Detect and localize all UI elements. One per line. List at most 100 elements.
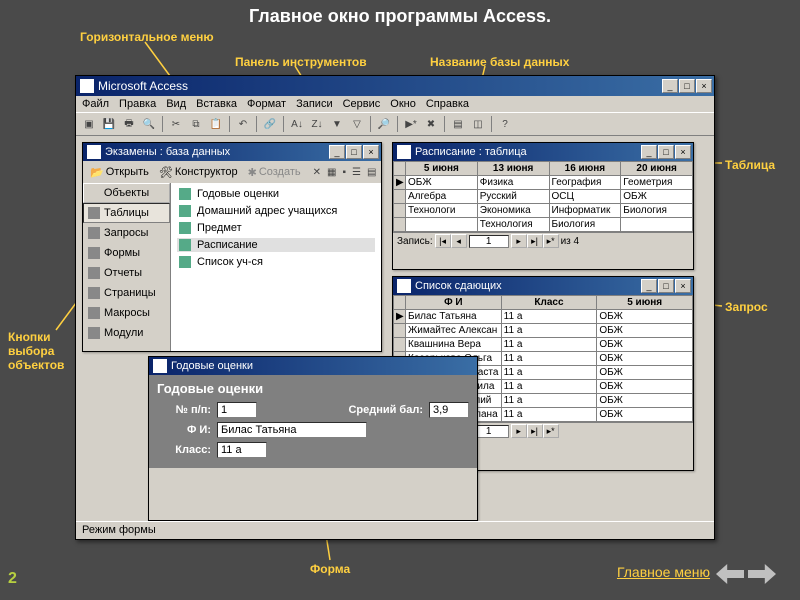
col-header[interactable]: 5 июня xyxy=(406,162,478,176)
db-details-icon[interactable]: ▤ xyxy=(366,163,377,181)
tool-paste-icon[interactable]: 📋 xyxy=(207,115,225,133)
menu-bar[interactable]: Файл Правка Вид Вставка Формат Записи Се… xyxy=(76,96,714,112)
cell[interactable]: Жимайтес Алексан xyxy=(406,324,502,338)
list-item[interactable]: Годовые оценки xyxy=(177,187,375,201)
cell[interactable]: ОБЖ xyxy=(597,394,693,408)
nav-prev-icon[interactable]: ◂ xyxy=(451,234,467,248)
obj-macros[interactable]: Макросы xyxy=(83,303,170,323)
form-window[interactable]: Годовые оценки Годовые оценки № п/п: Сре… xyxy=(148,356,478,521)
cell[interactable]: Квашнина Вера xyxy=(406,338,502,352)
col-header[interactable]: Ф И xyxy=(406,296,502,310)
table-window[interactable]: Расписание : таблица _□× 5 июня13 июня16… xyxy=(392,142,694,270)
cell[interactable] xyxy=(406,218,478,232)
toolbar[interactable]: ▣ 💾 🖶 🔍 ✂ ⧉ 📋 ↶ 🔗 A↓ Z↓ ▼ ▽ 🔎 ▶* ✖ ▤ ◫ ? xyxy=(76,112,714,136)
cell[interactable]: ОБЖ xyxy=(597,338,693,352)
db-close-button[interactable]: × xyxy=(363,145,379,159)
cell[interactable]: 11 а xyxy=(501,380,597,394)
cell[interactable]: 11 а xyxy=(501,324,597,338)
cell[interactable]: ОБЖ xyxy=(621,190,693,204)
tool-help-icon[interactable]: ? xyxy=(496,115,514,133)
obj-modules[interactable]: Модули xyxy=(83,323,170,343)
tool-copy-icon[interactable]: ⧉ xyxy=(187,115,205,133)
menu-format[interactable]: Формат xyxy=(247,98,286,110)
tool-filter-icon[interactable]: ▼ xyxy=(328,115,346,133)
database-window[interactable]: Экзамены : база данных _ □ × 📂Открыть 🛠К… xyxy=(82,142,382,352)
nav-next-icon[interactable]: ▸ xyxy=(511,234,527,248)
col-header[interactable]: 16 июня xyxy=(549,162,621,176)
db-maximize-button[interactable]: □ xyxy=(346,145,362,159)
tool-db-icon[interactable]: ▤ xyxy=(449,115,467,133)
row-selector[interactable] xyxy=(394,324,406,338)
db-delete-icon[interactable]: ✕ xyxy=(312,163,322,181)
list-item[interactable]: Список уч-ся xyxy=(177,255,375,269)
cell[interactable]: 11 а xyxy=(501,394,597,408)
tool-new-icon[interactable]: ▶* xyxy=(402,115,420,133)
cell[interactable]: География xyxy=(549,176,621,190)
tool-sort-desc-icon[interactable]: Z↓ xyxy=(308,115,326,133)
db-list-icon[interactable]: ☰ xyxy=(351,163,362,181)
cell[interactable]: Физика xyxy=(477,176,549,190)
tbl-max-button[interactable]: □ xyxy=(658,145,674,159)
q-max-button[interactable]: □ xyxy=(658,279,674,293)
main-menu-link.link[interactable]: Главное меню xyxy=(617,564,710,580)
cell[interactable]: Алгебра xyxy=(406,190,478,204)
object-list[interactable]: Годовые оценки Домашний адрес учащихся П… xyxy=(171,183,381,351)
menu-help[interactable]: Справка xyxy=(426,98,469,110)
tbl-close-button[interactable]: × xyxy=(675,145,691,159)
close-button[interactable]: × xyxy=(696,79,712,93)
list-item[interactable]: Предмет xyxy=(177,221,375,235)
row-selector[interactable] xyxy=(394,338,406,352)
col-header[interactable]: 20 июня xyxy=(621,162,693,176)
table-nav[interactable]: Запись: |◂◂ ▸▸|▸* из 4 xyxy=(393,232,693,249)
tool-undo-icon[interactable]: ↶ xyxy=(234,115,252,133)
row-selector[interactable] xyxy=(394,204,406,218)
tool-view-icon[interactable]: ▣ xyxy=(80,115,98,133)
input-klass[interactable] xyxy=(217,442,267,458)
next-arrow-icon[interactable] xyxy=(748,564,776,584)
menu-file[interactable]: Файл xyxy=(82,98,109,110)
nav-new-icon[interactable]: ▸* xyxy=(543,234,559,248)
db-minimize-button[interactable]: _ xyxy=(329,145,345,159)
obj-queries[interactable]: Запросы xyxy=(83,223,170,243)
cell[interactable]: Биология xyxy=(621,204,693,218)
cell[interactable]: Биология xyxy=(549,218,621,232)
nav-new-icon[interactable]: ▸* xyxy=(543,424,559,438)
input-num[interactable] xyxy=(217,402,257,418)
cell[interactable]: ОБЖ xyxy=(597,366,693,380)
nav-first-icon[interactable]: |◂ xyxy=(435,234,451,248)
tool-cut-icon[interactable]: ✂ xyxy=(167,115,185,133)
menu-insert[interactable]: Вставка xyxy=(196,98,237,110)
datasheet-table[interactable]: 5 июня13 июня16 июня20 июня▶ОБЖФизикаГео… xyxy=(393,161,693,232)
cell[interactable]: 11 а xyxy=(501,352,597,366)
tool-save-icon[interactable]: 💾 xyxy=(100,115,118,133)
row-selector[interactable] xyxy=(394,218,406,232)
cell[interactable]: Экономика xyxy=(477,204,549,218)
menu-tools[interactable]: Сервис xyxy=(343,98,381,110)
list-item[interactable]: Расписание xyxy=(177,238,375,252)
menu-edit[interactable]: Правка xyxy=(119,98,156,110)
cell[interactable]: ОБЖ xyxy=(597,324,693,338)
obj-forms[interactable]: Формы xyxy=(83,243,170,263)
nav-last-icon[interactable]: ▸| xyxy=(527,234,543,248)
cell[interactable] xyxy=(621,218,693,232)
cell[interactable]: 11 а xyxy=(501,310,597,324)
app-titlebar[interactable]: Microsoft Access _ □ × xyxy=(76,76,714,96)
row-selector[interactable] xyxy=(394,190,406,204)
menu-view[interactable]: Вид xyxy=(166,98,186,110)
objects-header[interactable]: Объекты xyxy=(83,183,170,203)
obj-reports[interactable]: Отчеты xyxy=(83,263,170,283)
row-selector[interactable]: ▶ xyxy=(394,310,406,324)
db-create-button[interactable]: ✱Создать xyxy=(245,165,304,180)
db-open-button[interactable]: 📂Открыть xyxy=(87,165,152,180)
maximize-button[interactable]: □ xyxy=(679,79,695,93)
tbl-min-button[interactable]: _ xyxy=(641,145,657,159)
cell[interactable]: ОБЖ xyxy=(597,380,693,394)
tool-preview-icon[interactable]: 🔍 xyxy=(140,115,158,133)
q-min-button[interactable]: _ xyxy=(641,279,657,293)
obj-pages[interactable]: Страницы xyxy=(83,283,170,303)
row-selector[interactable]: ▶ xyxy=(394,176,406,190)
tool-filter2-icon[interactable]: ▽ xyxy=(348,115,366,133)
db-largeicons-icon[interactable]: ▦ xyxy=(326,163,337,181)
col-header[interactable]: Класс xyxy=(501,296,597,310)
tool-delete-icon[interactable]: ✖ xyxy=(422,115,440,133)
